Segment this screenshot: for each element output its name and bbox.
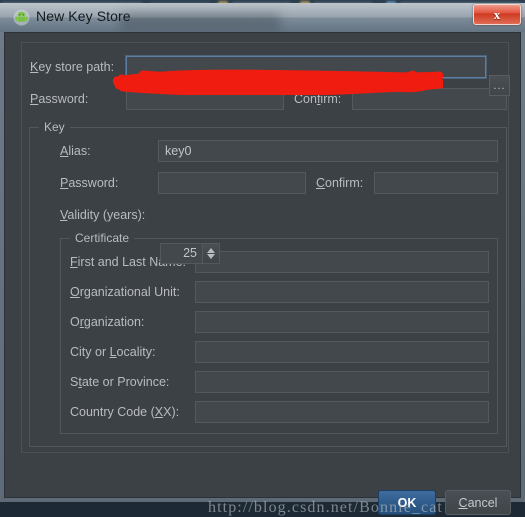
key-alias-input[interactable]: key0 — [158, 140, 498, 162]
key-groupbox-title: Key — [39, 120, 70, 134]
certificate-field-label: Country Code (XX): — [70, 405, 180, 419]
certificate-field-label: Organizational Unit: — [70, 285, 180, 299]
keystore-path-input[interactable] — [126, 56, 486, 78]
certificate-field-input[interactable] — [195, 281, 489, 303]
spinner-down-icon[interactable] — [207, 254, 215, 259]
cancel-button-label: Cancel — [458, 495, 498, 510]
spinner-up-icon[interactable] — [207, 248, 215, 253]
ok-button-label: OK — [397, 495, 417, 510]
close-button[interactable]: x — [473, 4, 521, 25]
title-bar[interactable]: New Key Store x — [0, 3, 525, 32]
title-bar-glass-reflection — [120, 13, 280, 31]
ellipsis-icon: ... — [493, 79, 506, 92]
key-confirm-label: Confirm: — [316, 176, 364, 190]
certificate-groupbox-title: Certificate — [70, 231, 135, 245]
validity-spinner-buttons[interactable] — [202, 244, 219, 263]
key-password-input[interactable] — [158, 172, 306, 194]
validity-years-spinner[interactable]: 25 — [160, 243, 220, 264]
keystore-password-label: Password: — [30, 92, 89, 106]
keystore-path-label-rest: ey store path: — [38, 60, 115, 74]
dialog-window: New Key Store x Key store path: Password… — [0, 3, 525, 516]
close-icon: x — [493, 6, 501, 22]
key-alias-label: Alias: — [60, 144, 91, 158]
key-confirm-input[interactable] — [374, 172, 498, 194]
keystore-confirm-input[interactable] — [352, 88, 507, 110]
cancel-button[interactable]: Cancel — [445, 490, 511, 515]
ok-button[interactable]: OK — [378, 490, 436, 515]
certificate-field-label: State or Province: — [70, 375, 170, 389]
key-validity-label: Validity (years): — [60, 208, 146, 222]
certificate-field-label: Organization: — [70, 315, 145, 329]
browse-keystore-path-button[interactable]: ... — [489, 75, 510, 96]
validity-years-value: 25 — [183, 246, 197, 260]
keystore-password-input[interactable] — [126, 88, 284, 110]
certificate-field-input[interactable] — [195, 251, 489, 273]
key-password-label: Password: — [60, 176, 119, 190]
certificate-field-input[interactable] — [195, 341, 489, 363]
android-robot-icon — [13, 9, 30, 26]
certificate-field-label: City or Locality: — [70, 345, 156, 359]
dialog-content: Key store path: Password: Confirm: Key A… — [4, 32, 521, 516]
certificate-field-input[interactable] — [195, 371, 489, 393]
keystore-confirm-label: Confirm: — [294, 92, 342, 106]
certificate-field-input[interactable] — [195, 311, 489, 333]
keystore-path-label: Key store path: — [30, 60, 115, 74]
form-panel: Key store path: Password: Confirm: Key A… — [21, 42, 509, 453]
certificate-field-input[interactable] — [195, 401, 489, 423]
key-groupbox: Key Alias: key0 Password: Confirm: Valid… — [29, 120, 507, 447]
window-title: New Key Store — [36, 8, 131, 24]
certificate-groupbox: Certificate First and Last Name: Organiza… — [60, 231, 498, 434]
